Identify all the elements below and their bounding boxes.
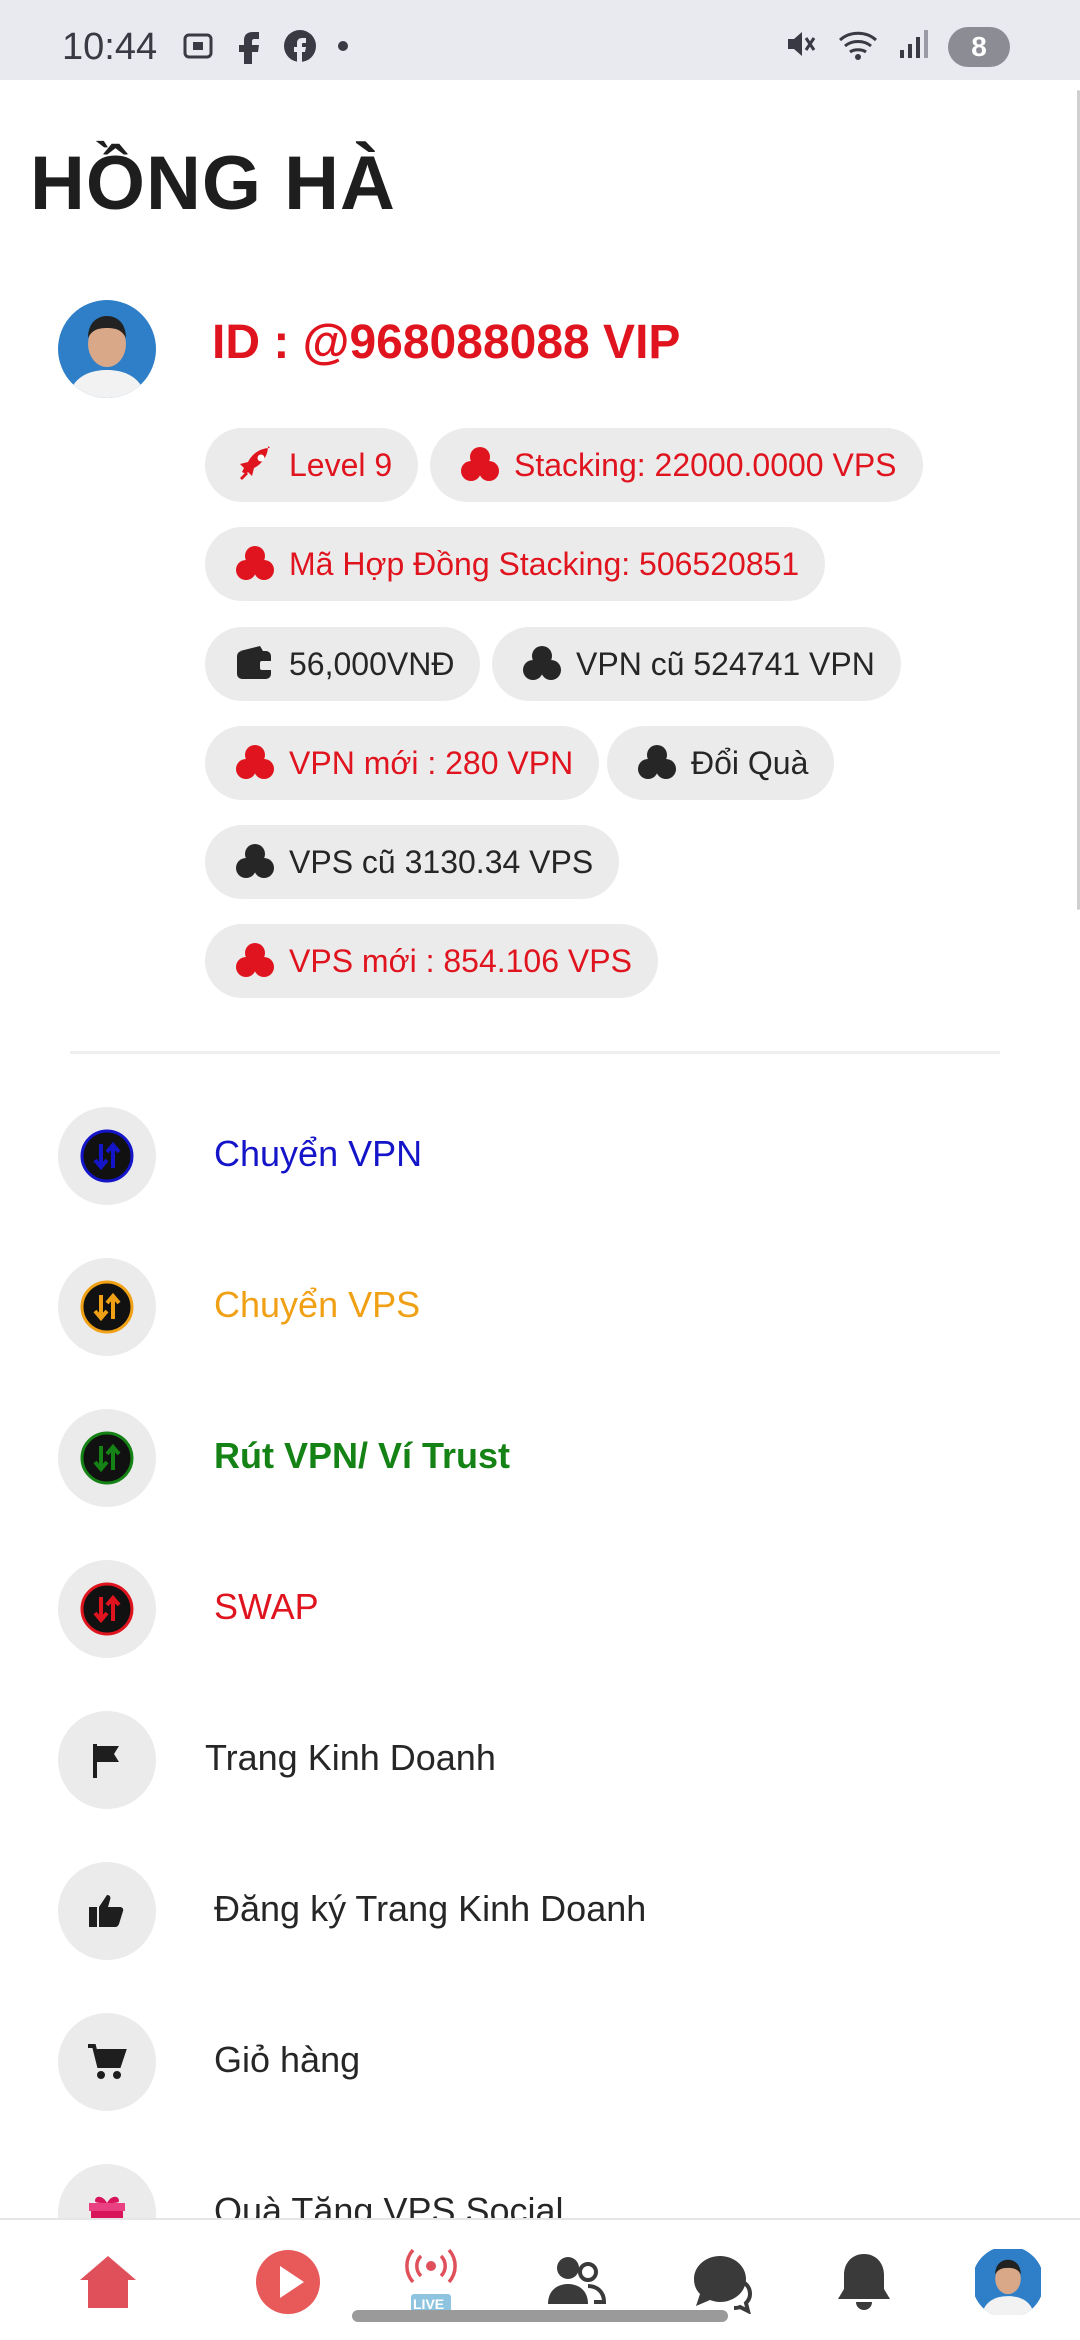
coins-icon [233,939,277,983]
vps-old-label: VPS cũ 3130.34 VPS [289,843,594,880]
menu-icon-bg [58,1409,156,1507]
friends-icon [548,2257,607,2304]
stacking-label: Stacking: 22000.0000 VPS [514,446,897,483]
coins-icon [458,443,502,487]
menu-label: Chuyển VPS [214,1284,421,1325]
coins-icon [635,741,679,785]
gift-icon [89,2196,125,2218]
status-icons-left [180,28,350,69]
nav-profile-avatar[interactable] [972,2246,1044,2318]
vpn-new-chip[interactable]: VPN mới : 280 VPN [205,726,600,800]
status-bar: 10:44 8 [0,0,1080,80]
menu-item-cart[interactable]: Giỏ hàng [0,2001,1080,2121]
avatar[interactable] [58,300,156,398]
swap-arrows-icon [80,1582,134,1636]
wallet-icon [233,642,277,686]
stacking-chip[interactable]: Stacking: 22000.0000 VPS [430,428,923,502]
facebook-icon [234,28,264,69]
transfer-arrows-icon [80,1129,134,1183]
vps-new-label: VPS mới : 854.106 VPS [289,942,632,979]
vpn-old-chip[interactable]: VPN cũ 524741 VPN [492,627,901,701]
coins-icon [233,542,277,586]
menu-item-transfer-vpn[interactable]: Chuyển VPN [0,1095,1080,1215]
rocket-icon [233,443,277,487]
level-label: Level 9 [289,446,393,483]
nav-friends[interactable] [540,2246,612,2318]
home-icon [80,2256,136,2308]
menu-icon-bg [58,2013,156,2111]
facebook-circle-icon [282,28,318,69]
transfer-arrows-icon [80,1280,134,1334]
status-time: 10:44 [62,26,158,68]
wifi-icon [836,26,880,67]
vpn-old-label: VPN cũ 524741 VPN [576,645,875,682]
menu-item-gift-vps-social[interactable]: Quà Tặng VPS Social [0,2152,1080,2218]
menu-icon-bg [58,1862,156,1960]
dot-icon [336,39,350,58]
bell-icon [838,2254,890,2310]
vpn-new-label: VPN mới : 280 VPN [289,744,574,781]
nav-messages[interactable] [686,2246,758,2318]
menu-icon-bg [58,2164,156,2218]
battery-indicator: 8 [948,26,1010,67]
nav-live[interactable]: LIVE [395,2246,467,2318]
menu-icon-bg [58,1560,156,1658]
menu-label: Chuyển VPN [214,1133,423,1174]
screenshot-icon [180,28,216,69]
menu-label: Giỏ hàng [214,2039,361,2080]
menu-label: SWAP [214,1586,319,1627]
play-icon [256,2250,320,2314]
menu-item-register-business-page[interactable]: Đăng ký Trang Kinh Doanh [0,1850,1080,1970]
gift-exchange-chip[interactable]: Đổi Quà [607,726,835,800]
coins-icon [233,840,277,884]
signal-icon [898,26,930,67]
battery-level: 8 [971,30,987,62]
menu-icon-bg [58,1107,156,1205]
wallet-chip[interactable]: 56,000VNĐ [205,627,481,701]
status-icons-right: 8 [782,26,1010,67]
menu-item-swap[interactable]: SWAP [0,1548,1080,1668]
vps-new-chip[interactable]: VPS mới : 854.106 VPS [205,924,658,998]
page-title: HỒNG HÀ [30,141,396,226]
nav-notifications[interactable] [828,2246,900,2318]
menu-label: Đăng ký Trang Kinh Doanh [214,1888,647,1929]
divider [70,1051,1000,1054]
gift-exchange-label: Đổi Quà [691,744,809,781]
level-chip[interactable]: Level 9 [205,428,419,502]
menu-label: Quà Tặng VPS Social [214,2190,564,2218]
avatar [975,2249,1041,2315]
home-indicator[interactable] [352,2310,728,2322]
user-id: ID : @968088088 VIP [212,316,681,369]
coins-icon [233,741,277,785]
transfer-arrows-icon [80,1431,134,1485]
chat-icon [694,2256,753,2314]
menu-label: Trang Kinh Doanh [205,1737,496,1778]
thumbs-up-icon [89,1895,124,1927]
flag-icon [93,1744,119,1778]
contract-label: Mã Hợp Đồng Stacking: 506520851 [289,545,800,582]
wallet-label: 56,000VNĐ [289,645,455,682]
menu-label: Rút VPN/ Ví Trust [214,1435,511,1476]
mute-icon [782,26,818,67]
nav-video[interactable] [252,2246,324,2318]
contract-chip[interactable]: Mã Hợp Đồng Stacking: 506520851 [205,527,826,601]
nav-home[interactable] [72,2246,144,2318]
coins-icon [520,642,564,686]
menu-icon-bg [58,1258,156,1356]
menu-icon-bg [58,1711,156,1809]
cart-icon [88,2044,127,2079]
menu-item-withdraw-vpn[interactable]: Rút VPN/ Ví Trust [0,1397,1080,1517]
menu-item-transfer-vps[interactable]: Chuyển VPS [0,1246,1080,1366]
menu-item-business-page[interactable]: Trang Kinh Doanh [0,1699,1080,1819]
vps-old-chip[interactable]: VPS cũ 3130.34 VPS [205,825,620,899]
